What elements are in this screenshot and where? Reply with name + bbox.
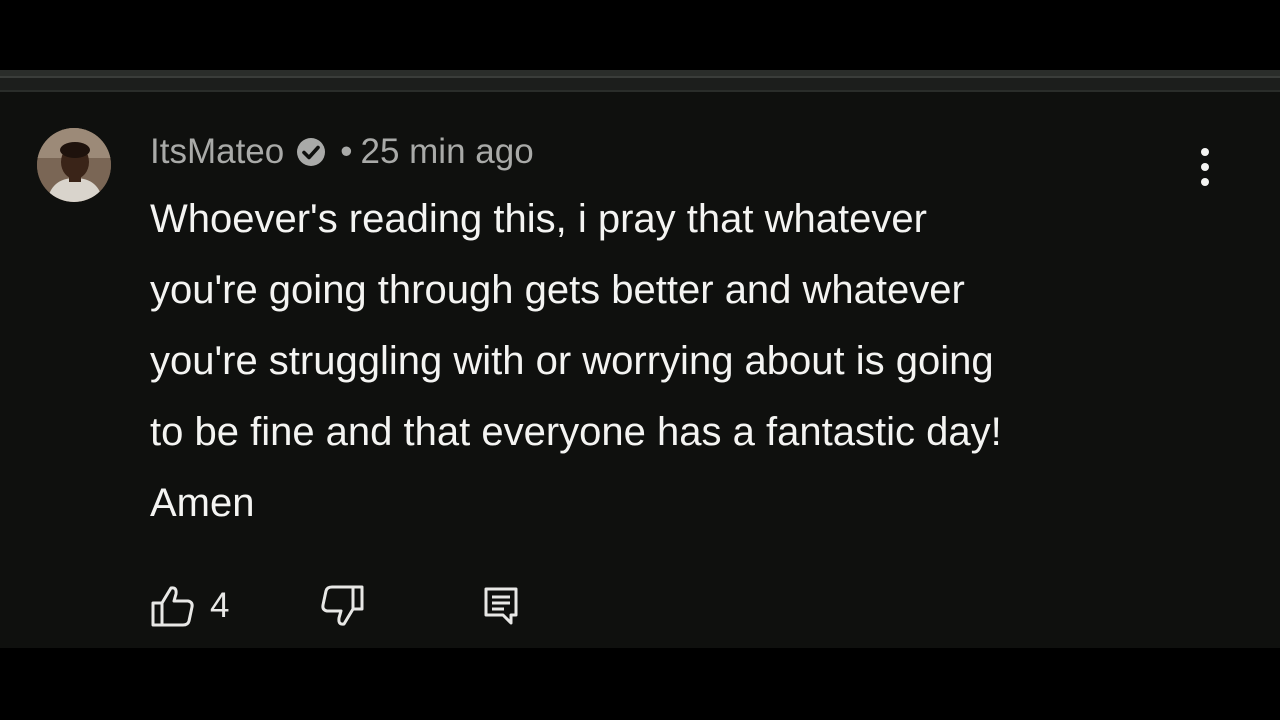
video-frame: ItsMateo • 25 min ago Whoever's reading … <box>0 0 1280 720</box>
reply-comment-icon <box>484 587 518 625</box>
author-name[interactable]: ItsMateo <box>150 132 284 172</box>
comment-actions: 4 <box>150 584 521 628</box>
avatar[interactable] <box>37 128 111 202</box>
comment-text: Whoever's reading this, i pray that what… <box>150 197 1002 525</box>
thumbs-up-icon <box>151 586 194 627</box>
divider-inner <box>0 76 1280 90</box>
top-divider-bar <box>0 70 1280 92</box>
separator-dot: • <box>340 132 353 171</box>
avatar-image <box>37 128 111 202</box>
thumbs-down-icon <box>321 585 364 626</box>
dislike-button[interactable] <box>319 584 365 628</box>
like-count: 4 <box>210 586 230 625</box>
comment-header: ItsMateo • 25 min ago <box>150 130 534 174</box>
comment-timestamp: 25 min ago <box>360 132 534 171</box>
verified-check-icon <box>297 138 326 166</box>
reply-button[interactable] <box>481 584 521 628</box>
like-button[interactable]: 4 <box>150 584 229 628</box>
comment-card: ItsMateo • 25 min ago Whoever's reading … <box>0 92 1280 648</box>
